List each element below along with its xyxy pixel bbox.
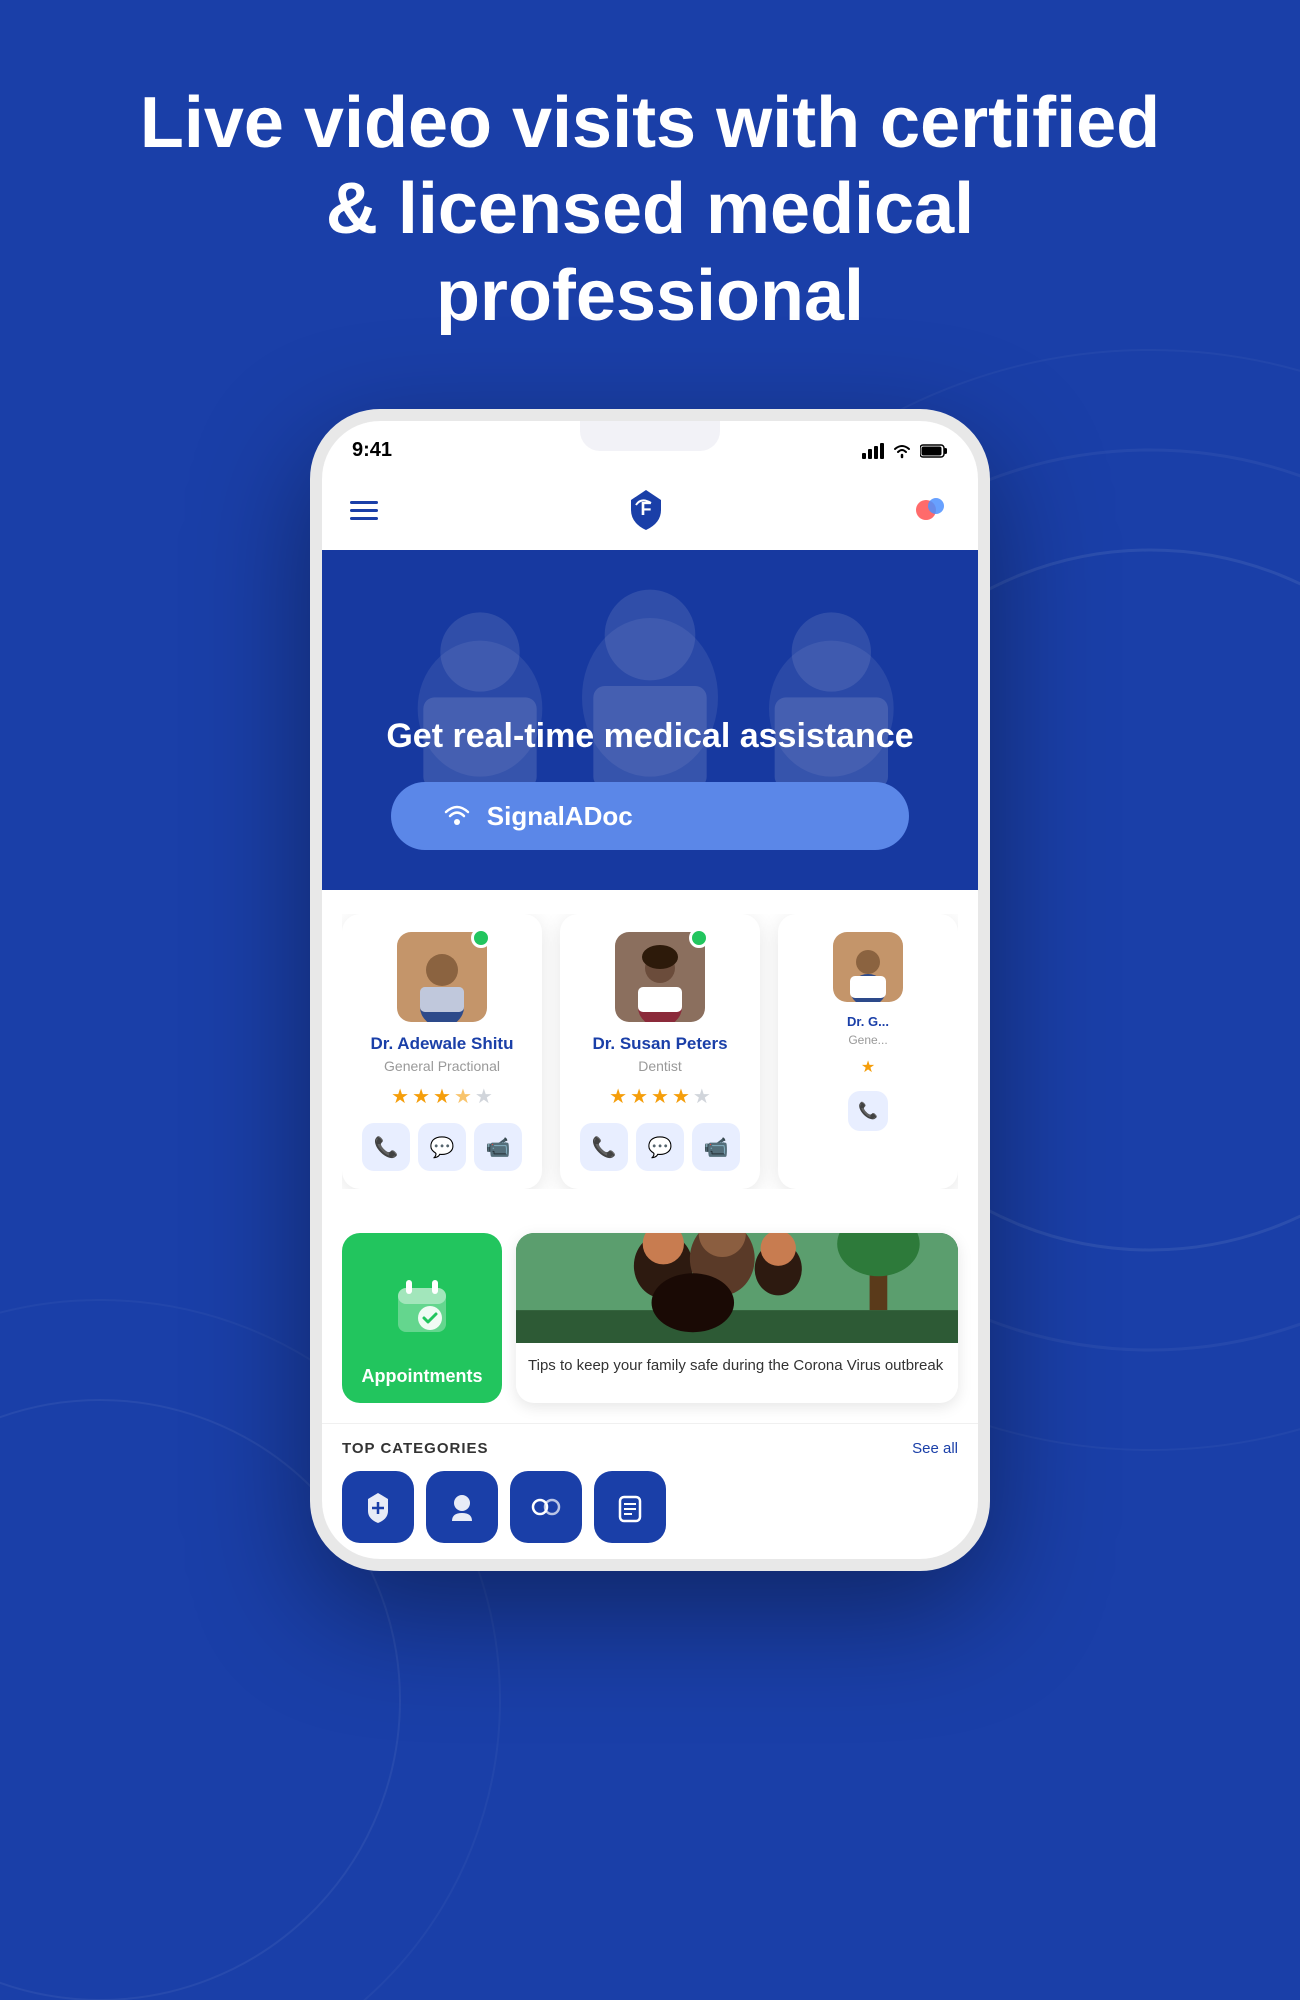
notification-button[interactable] (914, 492, 950, 528)
doctors-scroll: Dr. Adewale Shitu General Practional ★ ★… (342, 914, 958, 1189)
appointments-icon (390, 1276, 454, 1340)
doctor-specialty-3: Gene... (796, 1033, 940, 1047)
hero-title-line2: & licensed medical professional (326, 169, 974, 335)
bottom-cards: Appointments (342, 1233, 958, 1403)
star-1: ★ (391, 1084, 409, 1109)
appointments-card[interactable]: Appointments (342, 1233, 502, 1403)
hamburger-menu[interactable] (350, 501, 378, 520)
banner-headline: Get real-time medical assistance (386, 714, 913, 758)
video-button-2[interactable]: 📹 (692, 1123, 740, 1171)
battery-icon (920, 443, 948, 459)
phone-mockup: 9:41 (0, 409, 1300, 1571)
news-image (516, 1233, 958, 1343)
signal-btn-icon (441, 800, 473, 832)
status-bar: 9:41 (322, 421, 978, 470)
categories-header: TOP CATEGORIES See all (342, 1440, 958, 1457)
news-title: Tips to keep your family safe during the… (528, 1355, 946, 1376)
category-btn-4[interactable] (594, 1471, 666, 1543)
category-icon-4 (612, 1489, 648, 1525)
phone-screen: 9:41 (310, 409, 990, 1571)
star-empty: ★ (693, 1084, 711, 1109)
star-3: ★ (433, 1084, 451, 1109)
bottom-section: Appointments (322, 1213, 978, 1423)
doctor-avatar-3 (833, 932, 903, 1002)
doctor-figure-svg-1 (402, 942, 482, 1022)
logo-icon: F (621, 485, 671, 535)
hero-title-line1: Live video visits with certified (140, 83, 1160, 163)
doctor-actions-1: 📞 💬 📹 (360, 1123, 524, 1171)
category-btn-3[interactable] (510, 1471, 582, 1543)
wifi-icon (892, 443, 912, 459)
status-icons (862, 443, 948, 459)
doctor-figure-svg-3 (838, 942, 898, 1002)
doctor-stars-3: ★ (796, 1057, 940, 1077)
category-icon-3 (528, 1489, 564, 1525)
category-btn-1[interactable] (342, 1471, 414, 1543)
star-4: ★ (672, 1084, 690, 1109)
star-2: ★ (630, 1084, 648, 1109)
star-1: ★ (861, 1057, 875, 1077)
news-family-image (516, 1233, 958, 1343)
doctor-avatar-wrap-3 (833, 932, 903, 1002)
signal-a-doc-button[interactable]: SignalADoc (391, 782, 909, 850)
doctor-avatar-1 (397, 932, 487, 1022)
doctor-card-2: Dr. Susan Peters Dentist ★ ★ ★ ★ ★ 📞 💬 📹 (560, 914, 760, 1189)
app-header: F (322, 470, 978, 550)
appointments-label: Appointments (362, 1366, 483, 1387)
news-text: Tips to keep your family safe during the… (516, 1343, 958, 1388)
categories-section: TOP CATEGORIES See all (322, 1423, 978, 1559)
doctor-avatar-wrap-1 (397, 932, 487, 1022)
star-empty: ★ (475, 1084, 493, 1109)
star-2: ★ (412, 1084, 430, 1109)
categories-title: TOP CATEGORIES (342, 1440, 489, 1457)
category-icon-2 (444, 1489, 480, 1525)
doctors-section: Dr. Adewale Shitu General Practional ★ ★… (322, 890, 978, 1213)
hamburger-line (350, 517, 378, 520)
signal-icon (862, 443, 884, 459)
categories-row (342, 1471, 958, 1543)
star-half: ★ (454, 1084, 472, 1109)
video-button-1[interactable]: 📹 (474, 1123, 522, 1171)
doctor-specialty-2: Dentist (578, 1058, 742, 1074)
doctor-avatar-2 (615, 932, 705, 1022)
category-icon-1 (360, 1489, 396, 1525)
doctor-name-1: Dr. Adewale Shitu (360, 1034, 524, 1054)
see-all-button[interactable]: See all (912, 1440, 958, 1457)
hamburger-line (350, 509, 378, 512)
doctor-name-2: Dr. Susan Peters (578, 1034, 742, 1054)
doctor-stars-1: ★ ★ ★ ★ ★ (360, 1084, 524, 1109)
star-3: ★ (651, 1084, 669, 1109)
doctor-stars-2: ★ ★ ★ ★ ★ (578, 1084, 742, 1109)
chat-button-1[interactable]: 💬 (418, 1123, 466, 1171)
call-button-2[interactable]: 📞 (580, 1123, 628, 1171)
doctor-actions-3: 📞 (796, 1091, 940, 1131)
signal-btn-label: SignalADoc (487, 801, 633, 832)
appointments-icon-wrap (390, 1249, 454, 1366)
hamburger-line (350, 501, 378, 504)
call-button-3[interactable]: 📞 (848, 1091, 888, 1131)
star-1: ★ (609, 1084, 627, 1109)
doctor-actions-2: 📞 💬 📹 (578, 1123, 742, 1171)
notification-icon (914, 492, 950, 528)
doctor-specialty-1: General Practional (360, 1058, 524, 1074)
doctor-name-3: Dr. G... (796, 1014, 940, 1029)
hero-banner: Get real-time medical assistance SignalA… (322, 550, 978, 890)
doctor-card-3: Dr. G... Gene... ★ 📞 (778, 914, 958, 1189)
hero-title: Live video visits with certified & licen… (0, 0, 1300, 379)
doctor-avatar-wrap-2 (615, 932, 705, 1022)
status-time: 9:41 (352, 439, 392, 462)
doctor-figure-svg-2 (620, 942, 700, 1022)
news-card[interactable]: Tips to keep your family safe during the… (516, 1233, 958, 1403)
call-button-1[interactable]: 📞 (362, 1123, 410, 1171)
online-indicator-2 (689, 928, 709, 948)
doctor-card-1: Dr. Adewale Shitu General Practional ★ ★… (342, 914, 542, 1189)
chat-button-2[interactable]: 💬 (636, 1123, 684, 1171)
category-btn-2[interactable] (426, 1471, 498, 1543)
online-indicator-1 (471, 928, 491, 948)
app-logo: F (621, 485, 671, 535)
